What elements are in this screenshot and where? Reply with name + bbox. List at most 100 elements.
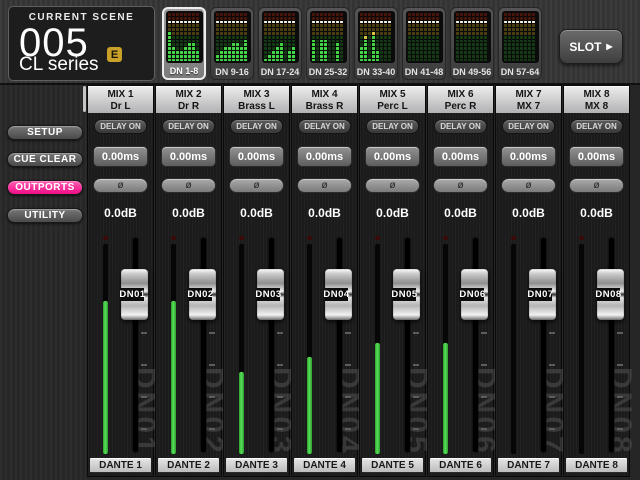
sidebar: SETUP CUE CLEAR OUTPORTS UTILITY xyxy=(0,85,86,480)
fader-tick xyxy=(209,332,215,334)
channel-header[interactable]: MIX 7 MX 7 xyxy=(496,86,561,113)
fader-tick xyxy=(141,428,147,430)
channel-header[interactable]: MIX 1 Dr L xyxy=(88,86,153,113)
channel-strip: MIX 6 Perc R DELAY ON 0.00ms ø 0.0dB DN0… xyxy=(428,86,493,476)
channel-header[interactable]: MIX 6 Perc R xyxy=(428,86,493,113)
fader-knob[interactable]: DN03 xyxy=(257,269,284,320)
slot-button-label: SLOT xyxy=(569,40,601,54)
channel-header[interactable]: MIX 5 Perc L xyxy=(360,86,425,113)
channel-watermark: DN04 xyxy=(340,367,356,456)
meter-bank-tab[interactable]: DN 57-64 xyxy=(498,7,542,80)
delay-time-field[interactable]: 0.00ms xyxy=(569,146,624,167)
phase-button[interactable]: ø xyxy=(433,178,488,193)
clip-led xyxy=(579,236,584,240)
output-port-label[interactable]: DANTE 1 xyxy=(90,458,151,473)
sidebar-button-cue-clear[interactable]: CUE CLEAR xyxy=(7,152,83,167)
fader-tick xyxy=(413,332,419,334)
phase-button[interactable]: ø xyxy=(365,178,420,193)
fader-tick xyxy=(277,396,283,398)
fader-area: DN06 DN06 xyxy=(428,222,493,456)
output-port-label[interactable]: DANTE 2 xyxy=(158,458,219,473)
phase-button[interactable]: ø xyxy=(161,178,216,193)
clip-led xyxy=(103,236,108,240)
delay-time-field[interactable]: 0.00ms xyxy=(501,146,556,167)
output-port-label[interactable]: DANTE 5 xyxy=(362,458,423,473)
delay-on-button[interactable]: DELAY ON xyxy=(366,119,419,134)
phase-button[interactable]: ø xyxy=(93,178,148,193)
meter-bank-tab[interactable]: DN 33-40 xyxy=(354,7,398,80)
delay-on-button[interactable]: DELAY ON xyxy=(94,119,147,134)
fader-tick xyxy=(481,428,487,430)
channel-meter xyxy=(239,244,244,454)
channel-header[interactable]: MIX 3 Brass L xyxy=(224,86,289,113)
channel-strip: MIX 8 MX 8 DELAY ON 0.00ms ø 0.0dB DN08 … xyxy=(564,86,629,476)
delay-time-field[interactable]: 0.00ms xyxy=(93,146,148,167)
fader-level-value: 0.0dB xyxy=(360,206,425,220)
delay-on-button[interactable]: DELAY ON xyxy=(570,119,623,134)
output-port-label[interactable]: DANTE 8 xyxy=(566,458,627,473)
channel-name-label: Perc R xyxy=(428,101,493,113)
output-port-label[interactable]: DANTE 6 xyxy=(430,458,491,473)
sidebar-button-outports[interactable]: OUTPORTS xyxy=(7,180,83,195)
fader-knob[interactable]: DN07 xyxy=(529,269,556,320)
delay-time-field[interactable]: 0.00ms xyxy=(229,146,284,167)
slot-button[interactable]: SLOT ▶ xyxy=(559,29,623,64)
channel-bus-label: MIX 5 xyxy=(360,89,425,101)
fader-tick xyxy=(617,364,623,366)
top-bar: CURRENT SCENE 005 E CL series DN 1-8 DN … xyxy=(0,0,640,85)
channel-header[interactable]: MIX 4 Brass R xyxy=(292,86,357,113)
channel-strip: MIX 4 Brass R DELAY ON 0.00ms ø 0.0dB DN… xyxy=(292,86,357,476)
channel-header[interactable]: MIX 2 Dr R xyxy=(156,86,221,113)
delay-on-button[interactable]: DELAY ON xyxy=(502,119,555,134)
delay-time-field[interactable]: 0.00ms xyxy=(161,146,216,167)
fader-knob-tag: DN05 xyxy=(393,288,416,301)
fader-tick xyxy=(549,364,555,366)
delay-on-button[interactable]: DELAY ON xyxy=(230,119,283,134)
delay-on-button[interactable]: DELAY ON xyxy=(298,119,351,134)
channel-bus-label: MIX 1 xyxy=(88,89,153,101)
channel-bus-label: MIX 3 xyxy=(224,89,289,101)
fader-tick xyxy=(209,428,215,430)
phase-button[interactable]: ø xyxy=(501,178,556,193)
fader-tick xyxy=(617,396,623,398)
meter-bank-tab[interactable]: DN 9-16 xyxy=(210,7,254,80)
meter-bank-tab[interactable]: DN 49-56 xyxy=(450,7,494,80)
fader-knob[interactable]: DN05 xyxy=(393,269,420,320)
fader-knob[interactable]: DN04 xyxy=(325,269,352,320)
fader-tick xyxy=(345,396,351,398)
delay-time-field[interactable]: 0.00ms xyxy=(433,146,488,167)
phase-button[interactable]: ø xyxy=(229,178,284,193)
sidebar-button-setup[interactable]: SETUP xyxy=(7,125,83,140)
channel-meter xyxy=(103,244,108,454)
phase-button[interactable]: ø xyxy=(569,178,624,193)
fader-knob[interactable]: DN06 xyxy=(461,269,488,320)
channel-bus-label: MIX 6 xyxy=(428,89,493,101)
meter-bank-tab[interactable]: DN 25-32 xyxy=(306,7,350,80)
bank-label: DN 17-24 xyxy=(259,67,301,77)
output-port-label[interactable]: DANTE 3 xyxy=(226,458,287,473)
channel-bus-label: MIX 2 xyxy=(156,89,221,101)
fader-tick xyxy=(277,428,283,430)
channel-header[interactable]: MIX 8 MX 8 xyxy=(564,86,629,113)
bank-label: DN 25-32 xyxy=(307,67,349,77)
sidebar-button-utility[interactable]: UTILITY xyxy=(7,208,83,223)
fader-tick xyxy=(549,428,555,430)
delay-on-button[interactable]: DELAY ON xyxy=(162,119,215,134)
meter-bank-tab[interactable]: DN 1-8 xyxy=(162,7,206,80)
channel-meter-fill xyxy=(239,372,244,454)
bank-label: DN 9-16 xyxy=(211,67,253,77)
output-port-label[interactable]: DANTE 4 xyxy=(294,458,355,473)
meter-bank-tab[interactable]: DN 17-24 xyxy=(258,7,302,80)
delay-time-field[interactable]: 0.00ms xyxy=(365,146,420,167)
fader-knob[interactable]: DN01 xyxy=(121,269,148,320)
fader-knob[interactable]: DN08 xyxy=(597,269,624,320)
current-scene-panel[interactable]: CURRENT SCENE 005 E CL series xyxy=(8,6,155,81)
channel-name-label: MX 8 xyxy=(564,101,629,113)
meter-bank-tab[interactable]: DN 41-48 xyxy=(402,7,446,80)
delay-on-button[interactable]: DELAY ON xyxy=(434,119,487,134)
delay-time-field[interactable]: 0.00ms xyxy=(297,146,352,167)
output-port-label[interactable]: DANTE 7 xyxy=(498,458,559,473)
phase-button[interactable]: ø xyxy=(297,178,352,193)
fader-knob-tag: DN03 xyxy=(257,288,280,301)
fader-knob[interactable]: DN02 xyxy=(189,269,216,320)
